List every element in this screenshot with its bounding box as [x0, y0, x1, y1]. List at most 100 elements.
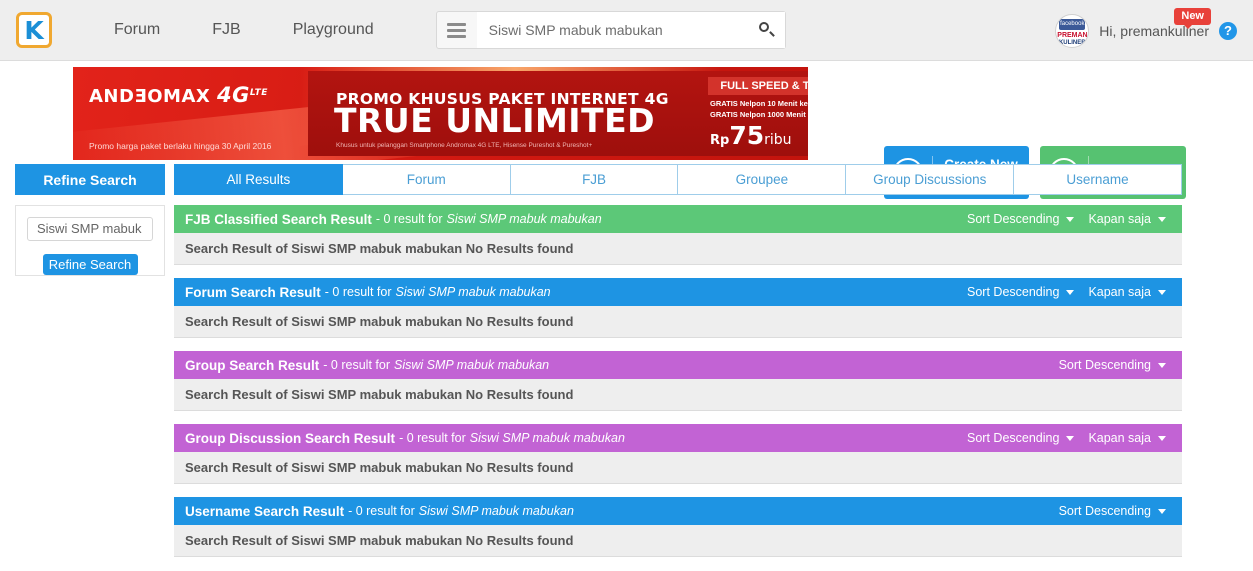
- avatar-bottom-text: KULINER: [1058, 39, 1086, 46]
- chevron-down-icon: [1158, 362, 1166, 368]
- avatar-top-text: facebook: [1059, 18, 1086, 30]
- banner-subline: Khusus untuk pelanggan Smartphone Androm…: [336, 142, 593, 149]
- section-username: Username Search Result - 0 result for Si…: [174, 497, 1182, 557]
- section-empty-message: Search Result of Siswi SMP mabuk mabukan…: [174, 452, 1182, 484]
- time-filter-label: Kapan saja: [1088, 212, 1151, 226]
- chevron-down-icon: [1158, 435, 1166, 441]
- tab-forum[interactable]: Forum: [342, 164, 511, 195]
- section-title: Group Search Result: [185, 357, 320, 373]
- sort-descending-dropdown[interactable]: Sort Descending: [963, 212, 1078, 226]
- section-tools: Sort Descending Kapan saja: [963, 285, 1170, 299]
- chevron-down-icon: [1066, 289, 1075, 295]
- section-group-discussion: Group Discussion Search Result - 0 resul…: [174, 424, 1182, 484]
- banner-gratis-line-1: GRATIS Nelpon 10 Menit ke Operator Lain: [710, 99, 808, 108]
- new-badge: New: [1174, 8, 1211, 29]
- banner-price-currency: Rp: [710, 133, 730, 148]
- banner-gratis-line-2: GRATIS Nelpon 1000 Menit ke Sesama Smart…: [710, 110, 808, 119]
- section-group: Group Search Result - 0 result for Siswi…: [174, 351, 1182, 411]
- section-title: Forum Search Result: [185, 284, 321, 300]
- time-filter-label: Kapan saja: [1088, 285, 1151, 299]
- tab-groupee[interactable]: Groupee: [678, 164, 847, 195]
- chevron-down-icon: [1066, 216, 1075, 222]
- site-logo[interactable]: K: [16, 12, 52, 48]
- section-tools: Sort Descending: [1055, 504, 1170, 518]
- banner-brand: ANDƎOMAX 4GLTE: [89, 83, 268, 107]
- advertisement-banner[interactable]: ANDƎOMAX 4GLTE Promo harga paket berlaku…: [73, 67, 808, 160]
- section-header: Group Search Result - 0 result for Siswi…: [174, 351, 1182, 379]
- section-title: Username Search Result: [185, 503, 345, 519]
- section-tools: Sort Descending Kapan saja: [963, 212, 1170, 226]
- banner-price-unit: ribu: [764, 132, 792, 148]
- section-empty-message: Search Result of Siswi SMP mabuk mabukan…: [174, 379, 1182, 411]
- nav-item-fjb[interactable]: FJB: [186, 21, 266, 39]
- section-query: Siswi SMP mabuk mabukan: [393, 358, 550, 372]
- banner-price: Rp75ribu: [710, 121, 792, 150]
- search-input[interactable]: Siswi SMP mabuk mabukan: [476, 12, 785, 48]
- sort-descending-label: Sort Descending: [967, 285, 1060, 299]
- refine-search-button[interactable]: Refine Search: [42, 253, 138, 275]
- chevron-down-icon: [1066, 435, 1075, 441]
- sort-descending-label: Sort Descending: [1058, 358, 1151, 372]
- tab-group-discussions[interactable]: Group Discussions: [846, 164, 1015, 195]
- logo-k-icon: K: [24, 15, 44, 45]
- sort-descending-dropdown[interactable]: Sort Descending: [963, 431, 1078, 445]
- section-count: - 0 result for: [323, 358, 390, 372]
- user-menu[interactable]: facebook PREMAN KULINER Hi, premankuline…: [1055, 0, 1237, 61]
- time-filter-dropdown[interactable]: Kapan saja: [1084, 212, 1170, 226]
- banner-left-panel: ANDƎOMAX 4GLTE Promo harga paket berlaku…: [85, 67, 315, 160]
- section-empty-message: Search Result of Siswi SMP mabuk mabukan…: [174, 306, 1182, 338]
- section-forum: Forum Search Result - 0 result for Siswi…: [174, 278, 1182, 338]
- refine-search-header[interactable]: Refine Search: [15, 164, 165, 195]
- banner-brand-lte: LTE: [249, 88, 268, 98]
- chevron-down-icon: [1158, 289, 1166, 295]
- refine-search-input[interactable]: [27, 217, 153, 241]
- question-mark-icon[interactable]: ?: [1219, 21, 1237, 40]
- section-query: Siswi SMP mabuk mabukan: [395, 285, 551, 299]
- results-tabs: All Results Forum FJB Groupee Group Disc…: [174, 164, 1182, 195]
- avatar[interactable]: facebook PREMAN KULINER: [1055, 13, 1090, 48]
- banner-validity-note: Promo harga paket berlaku hingga 30 Apri…: [89, 141, 272, 151]
- section-query: Siswi SMP mabuk mabukan: [446, 212, 602, 226]
- section-empty-message: Search Result of Siswi SMP mabuk mabukan…: [174, 233, 1182, 265]
- section-header: FJB Classified Search Result - 0 result …: [174, 205, 1182, 233]
- sort-descending-dropdown[interactable]: Sort Descending: [1055, 504, 1170, 518]
- banner-price-number: 75: [729, 121, 765, 150]
- section-empty-message: Search Result of Siswi SMP mabuk mabukan…: [174, 525, 1182, 557]
- banner-mid-panel: PROMO KHUSUS PAKET INTERNET 4G TRUE UNLI…: [308, 71, 808, 156]
- tab-fjb[interactable]: FJB: [510, 164, 679, 195]
- hamburger-icon[interactable]: [437, 12, 477, 48]
- search-input-value: Siswi SMP mabuk mabukan: [488, 22, 663, 38]
- section-title: Group Discussion Search Result: [185, 430, 396, 446]
- banner-row: ANDƎOMAX 4GLTE Promo harga paket berlaku…: [0, 61, 1253, 199]
- search-bar: Siswi SMP mabuk mabukan: [435, 11, 786, 49]
- time-filter-label: Kapan saja: [1088, 431, 1151, 445]
- section-header: Group Discussion Search Result - 0 resul…: [174, 424, 1182, 452]
- refine-search-panel: Refine Search: [15, 205, 165, 276]
- section-title: FJB Classified Search Result: [185, 211, 372, 227]
- section-count: - 0 result for: [324, 285, 392, 299]
- sort-descending-dropdown[interactable]: Sort Descending: [963, 285, 1078, 299]
- banner-right-panel: FULL SPEED & TANPA FUP GRATIS Nelpon 10 …: [708, 71, 808, 156]
- main-nav: Forum FJB Playground: [88, 21, 400, 39]
- top-navigation-bar: K Forum FJB Playground Siswi SMP mabuk m…: [0, 0, 1253, 61]
- time-filter-dropdown[interactable]: Kapan saja: [1084, 431, 1170, 445]
- banner-brand-name: ANDƎOMAX: [89, 86, 211, 107]
- sort-descending-label: Sort Descending: [967, 212, 1060, 226]
- nav-item-forum[interactable]: Forum: [88, 21, 186, 39]
- tab-username[interactable]: Username: [1014, 164, 1182, 195]
- banner-full-speed-label: FULL SPEED & TANPA FUP: [708, 77, 808, 95]
- section-header: Forum Search Result - 0 result for Siswi…: [174, 278, 1182, 306]
- chevron-down-icon: [1158, 508, 1166, 514]
- sort-descending-label: Sort Descending: [967, 431, 1060, 445]
- sort-descending-dropdown[interactable]: Sort Descending: [1055, 358, 1170, 372]
- section-count: - 0 result for: [375, 212, 443, 226]
- section-tools: Sort Descending: [1055, 358, 1170, 372]
- chevron-down-icon: [1158, 216, 1166, 222]
- search-icon[interactable]: [758, 22, 775, 38]
- nav-item-playground[interactable]: Playground: [267, 21, 400, 39]
- sort-descending-label: Sort Descending: [1058, 504, 1151, 518]
- time-filter-dropdown[interactable]: Kapan saja: [1084, 285, 1170, 299]
- banner-headline: TRUE UNLIMITED: [334, 101, 656, 140]
- section-header: Username Search Result - 0 result for Si…: [174, 497, 1182, 525]
- tab-all-results[interactable]: All Results: [174, 164, 343, 195]
